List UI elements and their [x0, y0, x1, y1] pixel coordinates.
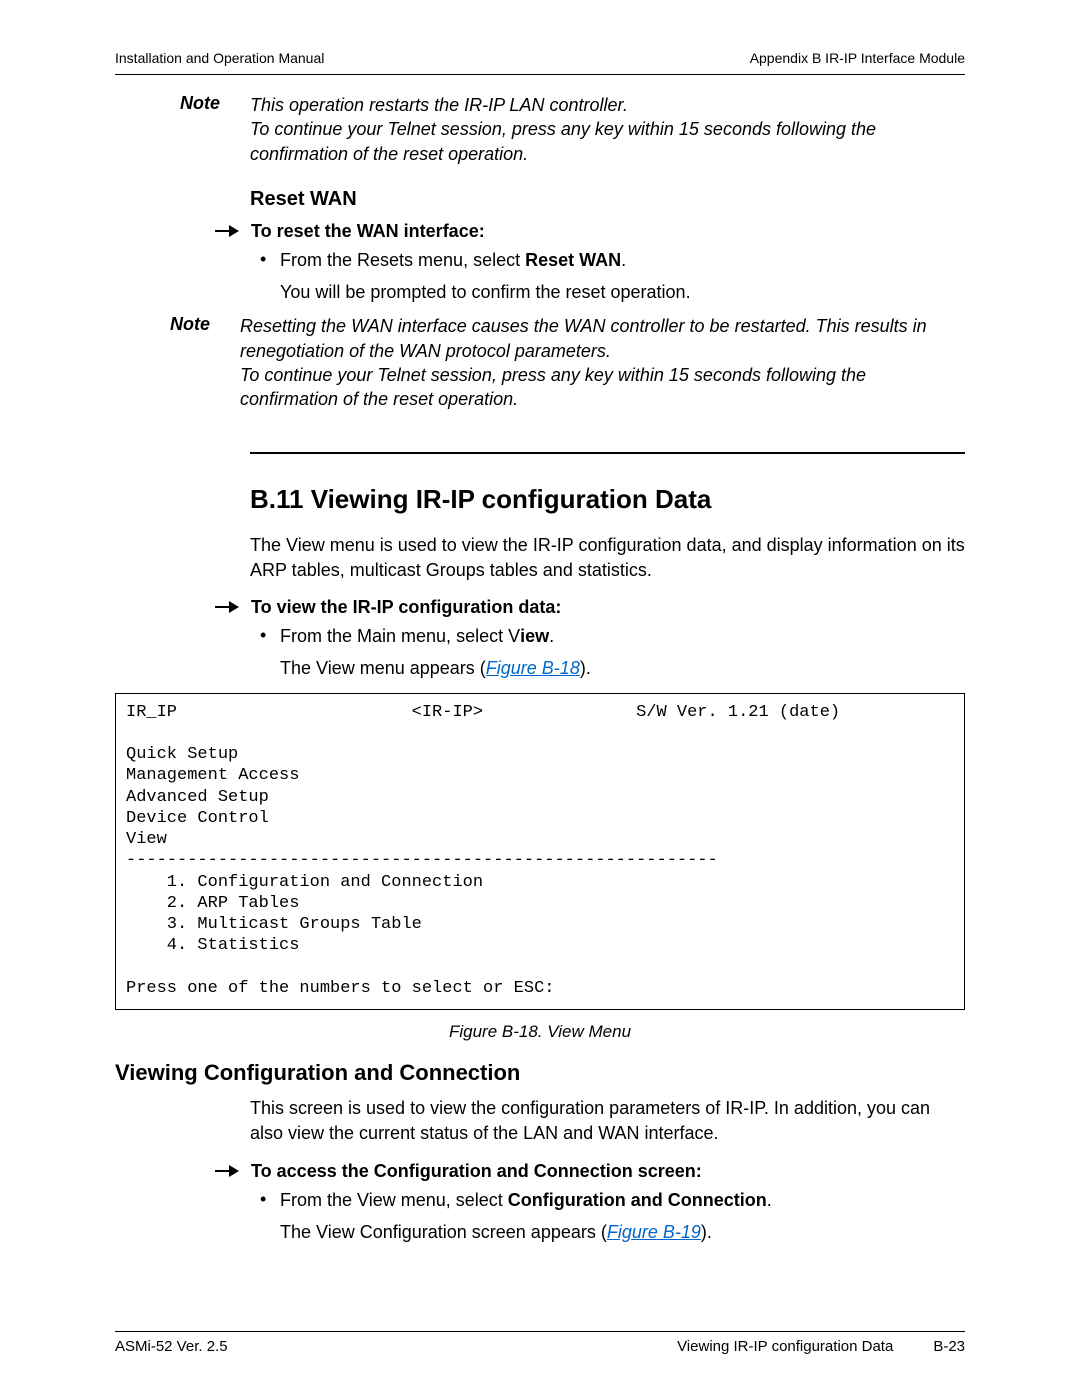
running-header: Installation and Operation Manual Append… [115, 50, 965, 66]
bullet-icon: • [260, 1188, 280, 1211]
note-label: Note [180, 93, 250, 166]
section-rule [250, 452, 965, 454]
footer-left: ASMi-52 Ver. 2.5 [115, 1338, 228, 1355]
bullet-text: From the View menu, select Configuration… [280, 1188, 772, 1212]
header-left: Installation and Operation Manual [115, 50, 324, 66]
note-body: Resetting the WAN interface causes the W… [240, 314, 965, 411]
intro-view-cc: This screen is used to view the configur… [250, 1096, 965, 1146]
bullet-icon: • [260, 624, 280, 647]
figure-b19-link[interactable]: Figure B-19 [607, 1222, 701, 1242]
figure-b18-link[interactable]: Figure B-18 [486, 658, 580, 678]
footer-section: Viewing IR-IP configuration Data [677, 1338, 893, 1355]
bullet-view: • From the Main menu, select View. [260, 624, 965, 648]
result-view-cfg: The View Configuration screen appears (F… [280, 1220, 965, 1244]
note-label: Note [170, 314, 240, 411]
procedure-view-config: To view the IR-IP configuration data: [215, 597, 965, 618]
arrow-icon [215, 221, 251, 239]
header-rule [115, 74, 965, 75]
result-reset-wan: You will be prompted to confirm the rese… [280, 280, 965, 304]
procedure-title: To view the IR-IP configuration data: [251, 597, 561, 618]
note-lan-restart: Note This operation restarts the IR-IP L… [180, 93, 965, 166]
heading-view-cc: Viewing Configuration and Connection [115, 1060, 965, 1086]
header-right: Appendix B IR-IP Interface Module [750, 50, 965, 66]
arrow-icon [215, 1161, 251, 1179]
footer-page-number: B-23 [933, 1338, 965, 1355]
procedure-title: To reset the WAN interface: [251, 221, 485, 242]
running-footer: ASMi-52 Ver. 2.5 Viewing IR-IP configura… [115, 1331, 965, 1355]
terminal-view-menu: IR_IP <IR-IP> S/W Ver. 1.21 (date) Quick… [115, 693, 965, 1011]
arrow-icon [215, 597, 251, 615]
bullet-cfg-conn: • From the View menu, select Configurati… [260, 1188, 965, 1212]
procedure-reset-wan: To reset the WAN interface: [215, 221, 965, 242]
procedure-access-cc: To access the Configuration and Connecti… [215, 1161, 965, 1182]
result-view-menu: The View menu appears (Figure B-18). [280, 656, 965, 680]
heading-reset-wan: Reset WAN [250, 188, 965, 211]
bullet-text: From the Resets menu, select Reset WAN. [280, 248, 626, 272]
figure-caption-b18: Figure B-18. View Menu [115, 1022, 965, 1042]
bullet-reset-wan: • From the Resets menu, select Reset WAN… [260, 248, 965, 272]
procedure-title: To access the Configuration and Connecti… [251, 1161, 702, 1182]
bullet-icon: • [260, 248, 280, 271]
note-wan-restart: Note Resetting the WAN interface causes … [170, 314, 965, 411]
bullet-text: From the Main menu, select View. [280, 624, 554, 648]
intro-b11: The View menu is used to view the IR-IP … [250, 533, 965, 583]
note-body: This operation restarts the IR-IP LAN co… [250, 93, 965, 166]
heading-b11: B.11 Viewing IR-IP configuration Data [250, 484, 965, 515]
footer-rule [115, 1331, 965, 1332]
